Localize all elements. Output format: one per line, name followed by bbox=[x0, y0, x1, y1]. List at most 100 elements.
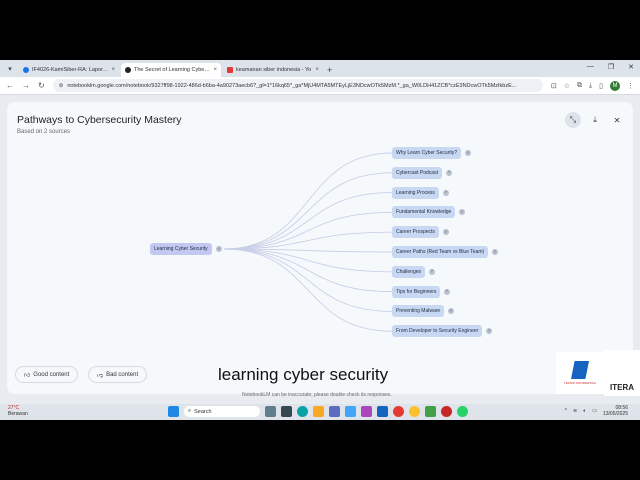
install-icon[interactable]: ⊡ bbox=[551, 82, 557, 90]
mindmap-connector bbox=[223, 248, 393, 312]
landscape-widget-icon[interactable] bbox=[265, 406, 276, 417]
mindmap-connector bbox=[223, 248, 393, 273]
whatsapp-icon[interactable] bbox=[457, 406, 468, 417]
chrome-profile-icon[interactable] bbox=[409, 406, 420, 417]
clock-date: 13/05/2025 bbox=[602, 411, 628, 417]
system-tray: ^ ≋ 🔈︎ ▭ 08:56 13/05/2025 bbox=[565, 405, 628, 417]
mindmap-child-node[interactable]: From Developer to Security Engineer bbox=[392, 325, 483, 338]
taskbar: 27°C Berawan ⌕ Search ^ ≋ 🔈︎ ▭ 08:56 13/… bbox=[0, 404, 640, 420]
screen: ▾ IF4026-KamiSiber-RA: Laporan × The Sec… bbox=[0, 60, 640, 420]
bookmark-star-icon[interactable]: ☆ bbox=[564, 82, 570, 90]
extensions-icon[interactable]: ⧉ bbox=[577, 82, 582, 90]
notebooklm-icon bbox=[125, 67, 131, 73]
search-icon: ⌕ bbox=[188, 408, 192, 414]
dropbox-icon[interactable] bbox=[377, 406, 388, 417]
tab-youtube[interactable]: keamanan siber indonesia - Yo × bbox=[223, 63, 323, 77]
weather-widget[interactable]: 27°C Berawan bbox=[8, 405, 28, 417]
good-content-label: Good content bbox=[33, 371, 70, 378]
battery-icon[interactable]: ▭ bbox=[592, 408, 597, 414]
thumbs-down-icon: 👎︎ bbox=[97, 372, 104, 379]
edge-icon[interactable] bbox=[297, 406, 308, 417]
notebooklm-page: Pathways to Cybersecurity Mastery Based … bbox=[0, 95, 640, 406]
mindmap-root-node[interactable]: Learning Cyber Security bbox=[150, 243, 212, 255]
clock[interactable]: 08:56 13/05/2025 bbox=[603, 405, 628, 417]
bad-content-button[interactable]: 👎︎ Bad content bbox=[88, 366, 148, 383]
task-view-icon[interactable] bbox=[281, 406, 292, 417]
wifi-icon[interactable]: ≋ bbox=[573, 408, 577, 414]
disclaimer-text: NotebookLM can be inaccurate; please dou… bbox=[242, 392, 392, 398]
new-tab-button[interactable]: + bbox=[327, 65, 332, 75]
mindmap-connectors bbox=[223, 152, 393, 332]
mindmap-connector bbox=[223, 211, 393, 250]
browser-toolbar: ← → ↻ ⊜ notebooklm.google.com/notebook/9… bbox=[0, 77, 640, 95]
tab-notebooklm[interactable]: The Secret of Learning Cyber S × bbox=[121, 63, 221, 77]
chrome-alt-icon[interactable] bbox=[441, 406, 452, 417]
chrome-icon[interactable] bbox=[393, 406, 404, 417]
forward-icon[interactable]: → bbox=[22, 81, 30, 90]
expand-node-icon[interactable]: › bbox=[443, 189, 449, 196]
address-bar[interactable]: ⊜ notebooklm.google.com/notebook/9327ff9… bbox=[52, 79, 543, 92]
minimize-icon[interactable]: — bbox=[587, 63, 594, 71]
expand-node-icon[interactable]: › bbox=[446, 169, 452, 176]
docs-icon bbox=[23, 67, 29, 73]
expand-node-icon[interactable]: › bbox=[444, 288, 450, 295]
windows-start-icon[interactable] bbox=[168, 406, 179, 417]
teams-icon[interactable] bbox=[329, 406, 340, 417]
teknik-informatika-logo: TEKNIK INFORMATIKA bbox=[556, 352, 604, 394]
mindmap-child-node[interactable]: Challenges bbox=[392, 265, 426, 278]
mindmap-child-node[interactable]: Learning Process bbox=[392, 186, 439, 199]
good-content-button[interactable]: 👍︎ Good content bbox=[15, 366, 79, 383]
youtube-icon bbox=[227, 67, 233, 73]
mindmap-child-node[interactable]: Cybercast Podcast bbox=[392, 166, 442, 179]
toolbar-actions: ⊡ ☆ ⧉ ⤓ ▯ M ⋮ bbox=[551, 80, 634, 91]
logo-text: TEKNIK INFORMATIKA bbox=[564, 381, 596, 385]
taskbar-search[interactable]: ⌕ Search bbox=[184, 406, 260, 417]
mindmap-child-node[interactable]: Career Paths (Red Team vs Blue Team) bbox=[392, 246, 489, 258]
mindmap-child-node[interactable]: Career Prospects bbox=[392, 226, 439, 239]
file-explorer-icon[interactable] bbox=[313, 406, 324, 417]
maximize-icon[interactable]: ❐ bbox=[608, 63, 614, 71]
menu-icon[interactable]: ⋮ bbox=[627, 82, 634, 90]
collapse-node-icon[interactable]: ‹ bbox=[216, 246, 222, 252]
mindmap-connector bbox=[223, 172, 393, 250]
video-caption: learning cyber security bbox=[218, 365, 389, 384]
reload-icon[interactable]: ↻ bbox=[38, 81, 45, 90]
mindmap-child-node[interactable]: Fundamental Knowledge bbox=[392, 206, 456, 219]
mindmap-child-node[interactable]: Why Learn Cyber Security? bbox=[392, 147, 462, 159]
site-info-icon[interactable]: ⊜ bbox=[59, 83, 64, 89]
url-text: notebooklm.google.com/notebook/9327ff98-… bbox=[67, 82, 517, 89]
tab-strip: ▾ IF4026-KamiSiber-RA: Laporan × The Sec… bbox=[0, 60, 640, 77]
weather-condition: Berawan bbox=[8, 411, 28, 417]
close-icon[interactable]: × bbox=[315, 67, 319, 73]
tab-label: IF4026-KamiSiber-RA: Laporan bbox=[32, 67, 109, 73]
tab-search-icon[interactable]: ▾ bbox=[3, 62, 17, 76]
expand-node-icon[interactable]: › bbox=[465, 150, 471, 156]
app-icon[interactable] bbox=[425, 406, 436, 417]
search-placeholder: Search bbox=[194, 408, 212, 415]
close-icon[interactable]: × bbox=[213, 67, 217, 73]
close-window-icon[interactable]: ✕ bbox=[628, 63, 634, 71]
tray-chevron-icon[interactable]: ^ bbox=[565, 408, 567, 414]
back-icon[interactable]: ← bbox=[6, 81, 14, 90]
mindmap-connector bbox=[223, 248, 393, 293]
logo-mark-icon bbox=[571, 361, 589, 379]
expand-node-icon[interactable]: › bbox=[429, 268, 435, 275]
profile-avatar[interactable]: M bbox=[610, 80, 620, 91]
mindmap-child-node[interactable]: Preventing Malware bbox=[392, 305, 445, 318]
expand-node-icon[interactable]: › bbox=[492, 249, 498, 255]
bad-content-label: Bad content bbox=[106, 371, 139, 378]
close-icon[interactable]: × bbox=[111, 67, 115, 73]
mindmap-child-node[interactable]: Tips for Beginners bbox=[392, 285, 441, 298]
photos-icon[interactable] bbox=[361, 406, 372, 417]
speaker-icon[interactable]: 🔈︎ bbox=[583, 408, 586, 414]
store-icon[interactable] bbox=[345, 406, 356, 417]
tab-label: The Secret of Learning Cyber S bbox=[134, 67, 211, 73]
mindmap-dialog: Pathways to Cybersecurity Mastery Based … bbox=[7, 102, 633, 394]
tab-label: keamanan siber indonesia - Yo bbox=[236, 67, 312, 73]
download-icon[interactable]: ⤓ bbox=[589, 82, 592, 90]
window-controls: — ❐ ✕ bbox=[587, 63, 634, 71]
taskbar-apps: ⌕ Search bbox=[168, 406, 468, 417]
thumbs-up-icon: 👍︎ bbox=[24, 372, 31, 379]
sidebar-icon[interactable]: ▯ bbox=[599, 82, 603, 90]
tab-laporan[interactable]: IF4026-KamiSiber-RA: Laporan × bbox=[19, 63, 119, 77]
